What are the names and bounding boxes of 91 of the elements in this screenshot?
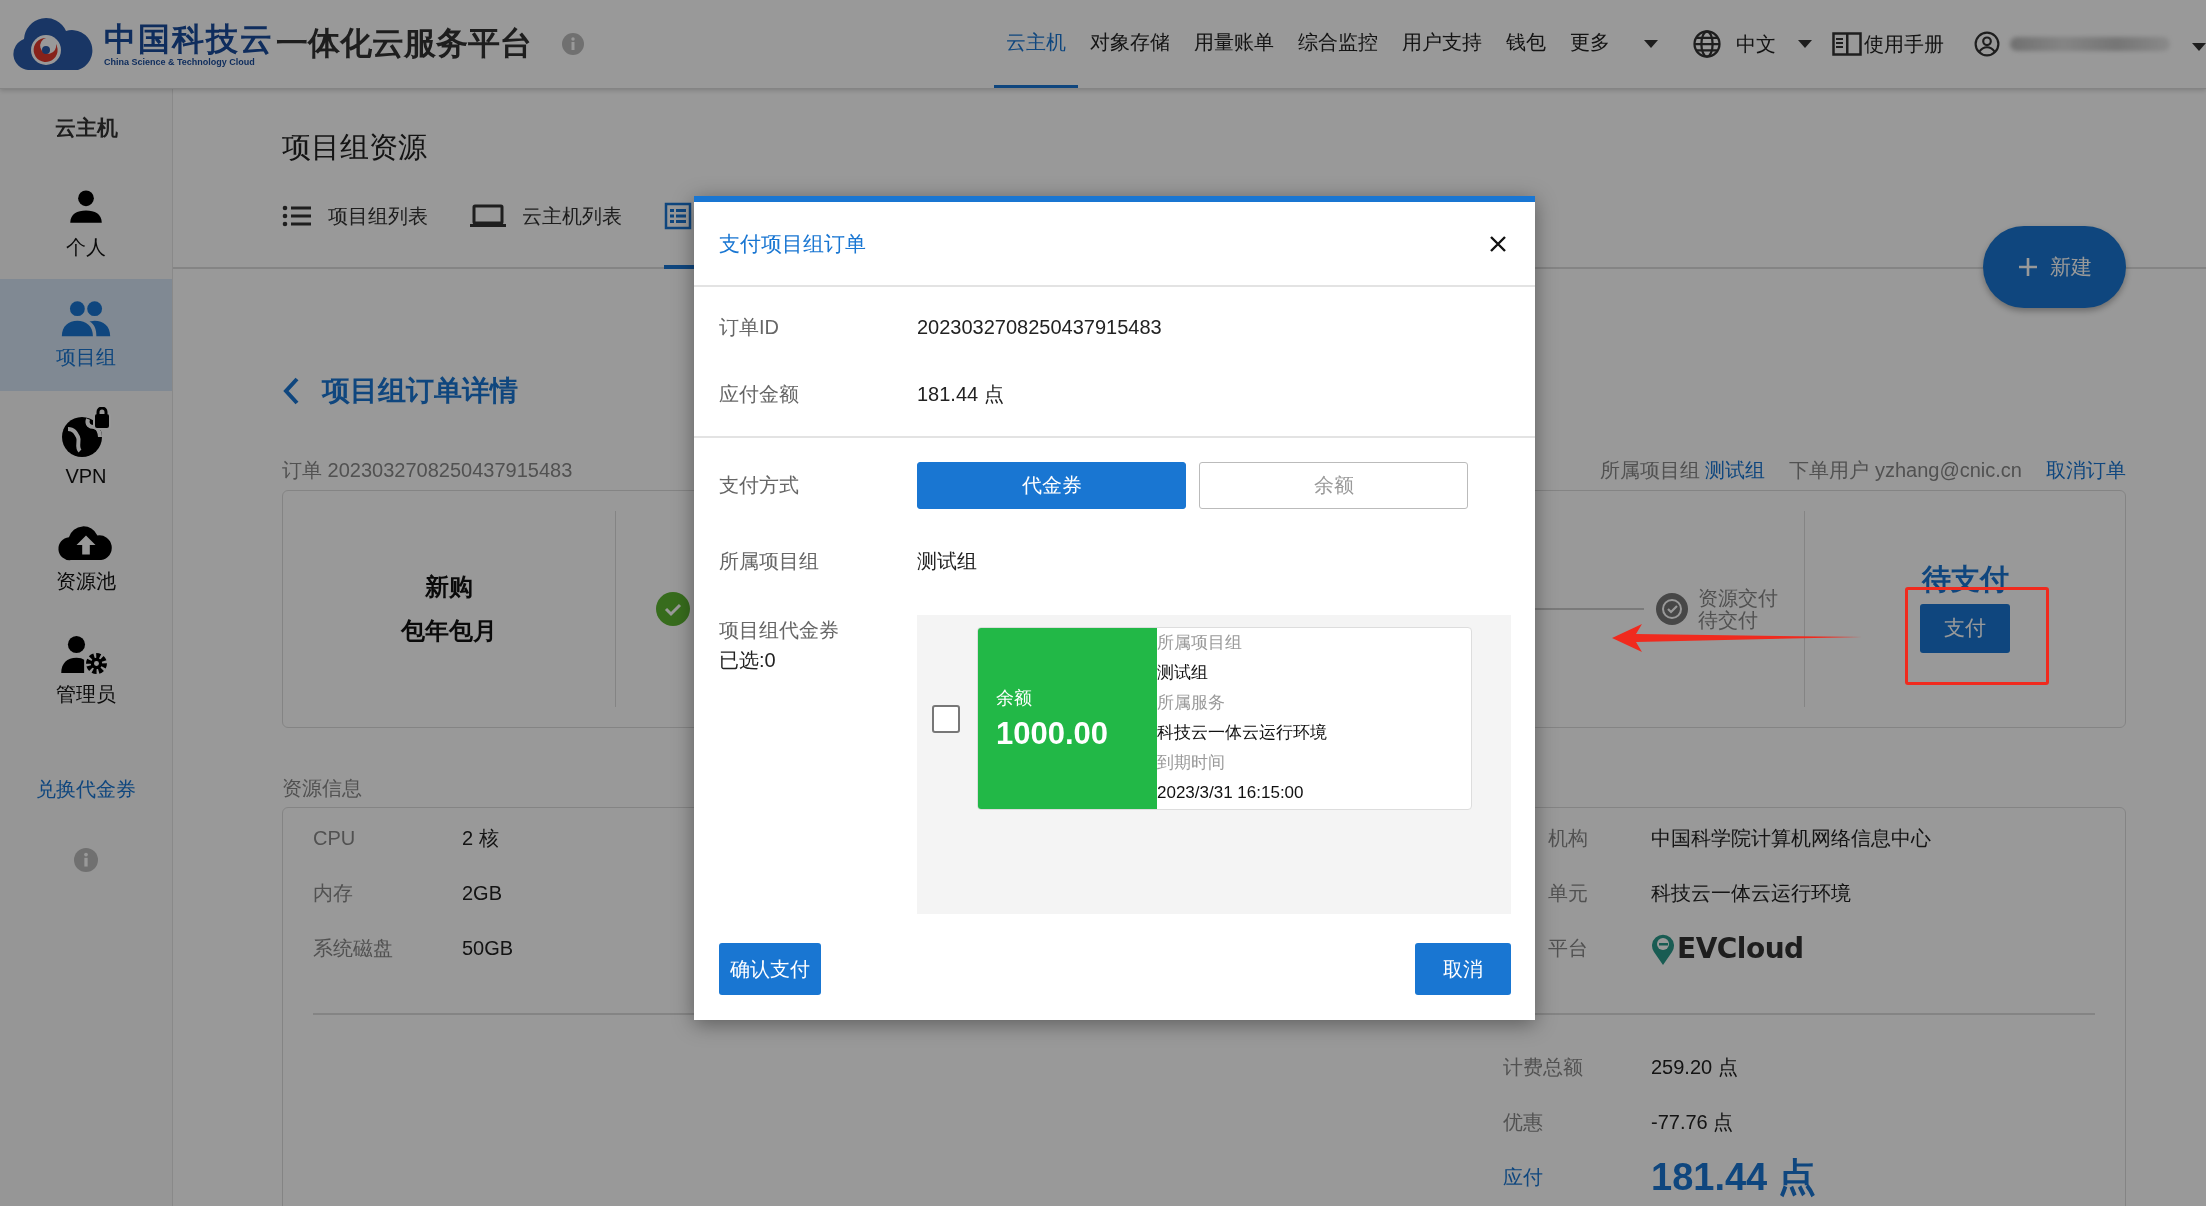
field-label: 单元	[1547, 881, 1588, 906]
group-link[interactable]: 测试组	[1705, 458, 1766, 481]
voucher-amount: 1000.00	[996, 715, 1110, 752]
nav-item[interactable]: 用量账单	[1182, 0, 1286, 88]
field-value: 科技云一体云运行环境	[1651, 882, 1851, 904]
total-label: 计费总额	[1503, 1055, 1584, 1080]
voucher-field-label: 所属服务	[1157, 692, 1226, 714]
field-value: 2GB	[462, 882, 504, 905]
order-type: 新购	[425, 572, 473, 602]
caret-icon	[1798, 40, 1812, 48]
field-value: 181.44 点	[917, 382, 1004, 407]
sidebar-item[interactable]: 个人	[0, 167, 172, 279]
cancel-order-link[interactable]: 取消订单	[2046, 456, 2126, 484]
table-icon	[664, 202, 692, 230]
selected-count: 已选:0	[719, 648, 777, 673]
people-icon	[60, 299, 112, 338]
field-label: 应付金额	[719, 382, 800, 407]
nav-item[interactable]: 更多	[1558, 0, 1622, 88]
redeem-voucher-link[interactable]: 兑换代金券	[0, 774, 172, 804]
language-selector[interactable]: 中文	[1736, 30, 1776, 58]
user-icon[interactable]	[1974, 31, 2000, 57]
voucher-field-value: 测试组	[1157, 662, 1209, 684]
tab[interactable]: 云主机列表	[470, 167, 636, 269]
field-label: CPU	[313, 827, 357, 850]
laptop-icon	[470, 204, 506, 228]
step-title: 资源交付	[1698, 587, 1778, 609]
total-label: 应付	[1503, 1165, 1544, 1190]
cloud-upload-icon	[57, 523, 115, 562]
book-icon[interactable]	[1832, 32, 1862, 56]
step-status: 待交付	[1698, 609, 1759, 631]
dialog-title: 支付项目组订单	[719, 230, 866, 257]
globe-lock-icon	[60, 406, 112, 459]
user-info: 下单用户 yzhang@cnic.cn	[1789, 457, 2022, 483]
manual-link[interactable]: 使用手册	[1864, 30, 1944, 58]
globe-icon[interactable]	[1692, 29, 1722, 59]
voucher-type: 余额	[996, 686, 1033, 710]
voucher-field-label: 所属项目组	[1157, 632, 1243, 654]
total-value: 181.44 点	[1651, 1155, 1816, 1200]
field-label: 项目组代金券	[719, 618, 840, 643]
sidebar-title: 云主机	[54, 115, 118, 141]
field-value: 2023032708250437915483	[917, 316, 1162, 339]
caret-icon	[1644, 40, 1658, 48]
field-label: 系统磁盘	[313, 936, 394, 961]
nav-item[interactable]: 用户支持	[1390, 0, 1494, 88]
page-title: 项目组资源	[282, 130, 427, 165]
list-icon	[282, 204, 312, 228]
section-heading: 项目组订单详情	[322, 374, 518, 408]
field-label: 所属项目组	[719, 549, 820, 574]
platform-title: 一体化云服务平台	[276, 24, 532, 63]
back-icon[interactable]	[282, 376, 300, 406]
total-value: 259.20 点	[1651, 1056, 1738, 1078]
nav-item[interactable]: 钱包	[1494, 0, 1558, 88]
nav-item[interactable]: 对象存储	[1078, 0, 1182, 88]
pay-button[interactable]: 支付	[1920, 603, 2010, 653]
field-label: 机构	[1547, 826, 1588, 851]
plus-icon	[2017, 257, 2038, 277]
field-value: 测试组	[917, 549, 977, 574]
total-value: -77.76 点	[1651, 1111, 1734, 1133]
sidebar-item[interactable]: 管理员	[0, 615, 172, 727]
check-icon	[1656, 593, 1688, 625]
payment-method-option[interactable]: 代金券	[917, 462, 1186, 509]
logo-subtitle: China Science & Technology Cloud	[104, 57, 256, 67]
confirm-pay-button[interactable]: 确认支付	[719, 943, 821, 995]
voucher-field-value: 2023/3/31 16:15:00	[1157, 782, 1305, 804]
billing-type: 包年包月	[401, 616, 497, 646]
nav-item[interactable]: 综合监控	[1286, 0, 1390, 88]
section-label: 资源信息	[282, 776, 362, 801]
logo-title: 中国科技云	[104, 21, 274, 57]
field-value: 2 核	[462, 826, 500, 851]
voucher-card[interactable]: 余额 1000.00 所属项目组 测试组 所属服务 科技云一体云运行环境 到期时间 2023/3/31 16:15:00	[977, 627, 1472, 810]
field-label: 平台	[1547, 936, 1588, 961]
cancel-button[interactable]: 取消	[1415, 943, 1511, 995]
nav-item[interactable]: 云主机	[994, 0, 1078, 88]
voucher-field-label: 到期时间	[1157, 752, 1226, 774]
tab[interactable]: 项目组列表	[282, 167, 442, 269]
sidebar-item[interactable]: VPN	[0, 391, 172, 503]
field-label: 内存	[313, 881, 354, 906]
new-button[interactable]: 新建	[1983, 226, 2126, 308]
sidebar-item[interactable]: 资源池	[0, 503, 172, 615]
total-label: 优惠	[1503, 1110, 1544, 1135]
check-icon	[656, 592, 690, 626]
checkbox[interactable]	[932, 704, 960, 733]
field-label: 支付方式	[719, 473, 800, 498]
group-info: 所属项目组 测试组	[1599, 457, 1766, 483]
field-label: 订单ID	[719, 315, 780, 340]
field-value: 中国科学院计算机网络信息中心	[1651, 827, 1931, 849]
caret-icon	[2192, 42, 2206, 51]
voucher-field-value: 科技云一体云运行环境	[1157, 722, 1327, 744]
order-number: 订单 2023032708250437915483	[282, 457, 573, 483]
evcloud-logo: EVCloud	[1651, 931, 2095, 966]
field-value: 50GB	[462, 937, 515, 960]
